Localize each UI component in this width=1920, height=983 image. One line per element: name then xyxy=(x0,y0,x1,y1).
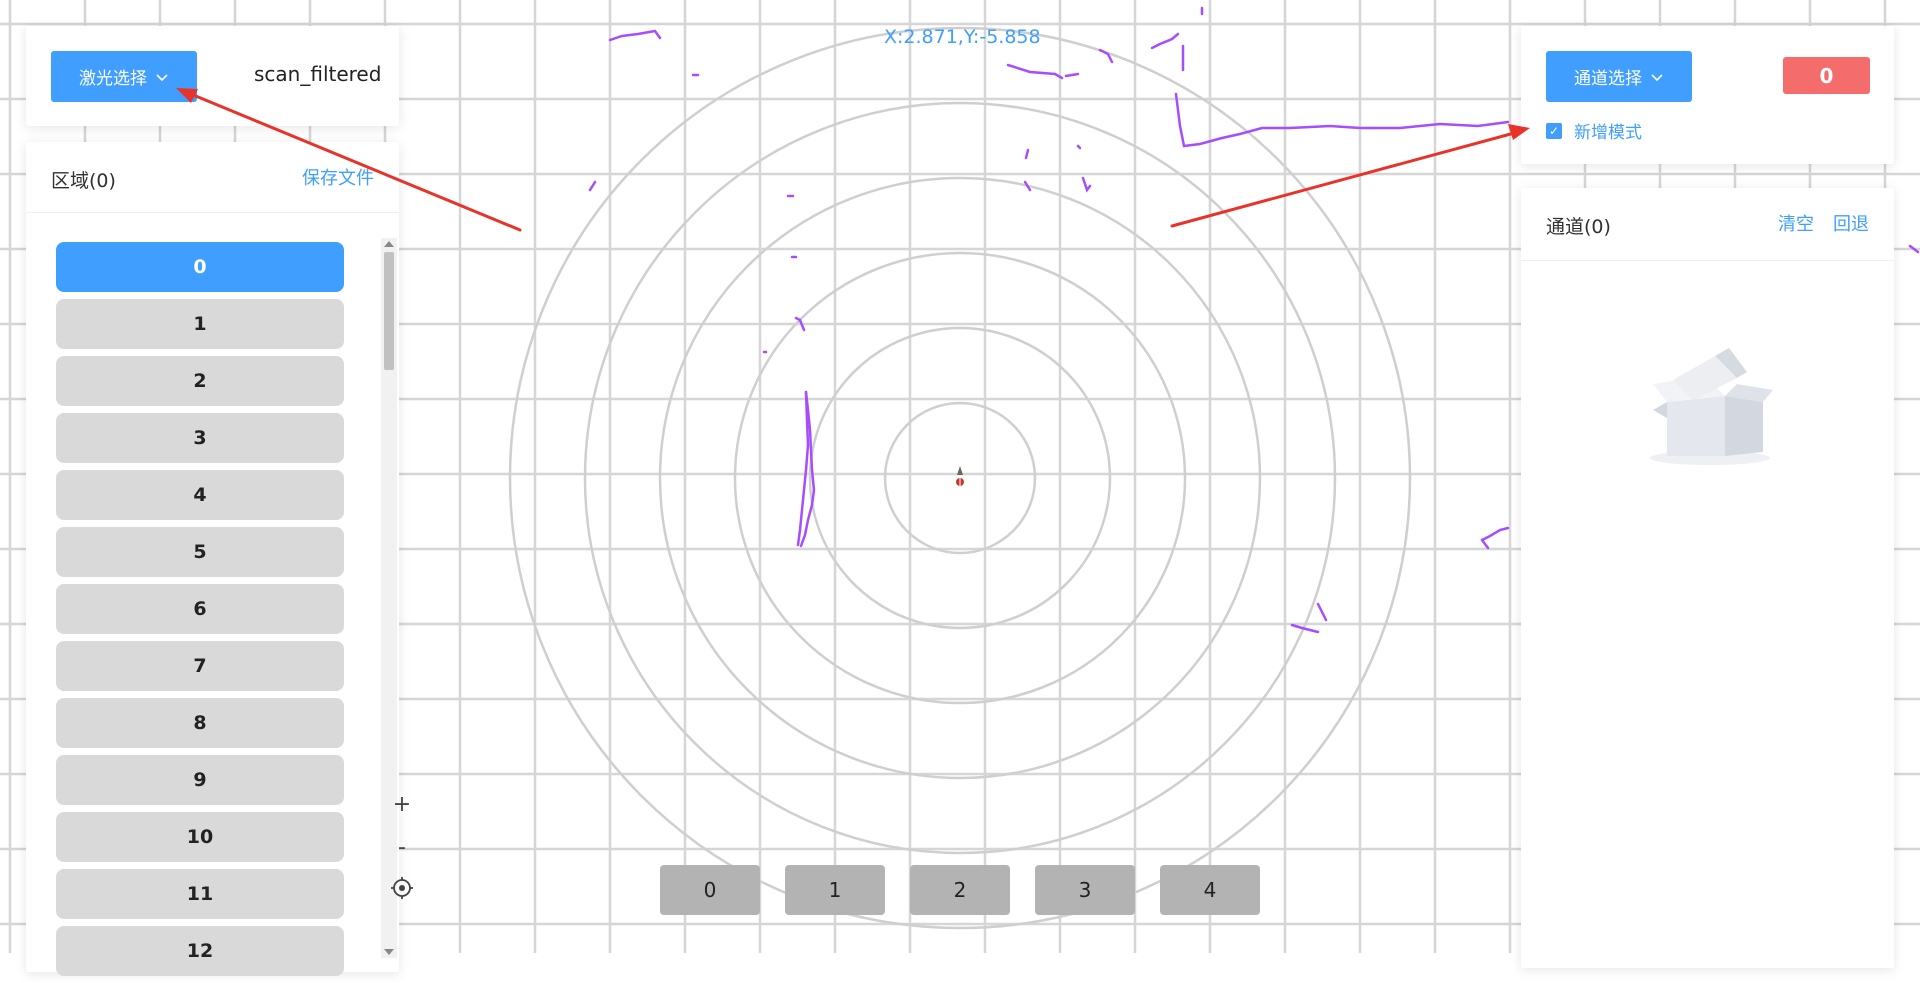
laser-topic-text: scan_filtered xyxy=(254,62,382,86)
scroll-down-arrow-icon[interactable] xyxy=(384,949,394,955)
channel-panel: 通道选择 0 ✓ 新增模式 xyxy=(1521,26,1894,164)
chevron-down-icon xyxy=(156,73,168,81)
area-item[interactable]: 9 xyxy=(56,755,344,805)
area-item[interactable]: 6 xyxy=(56,584,344,634)
channel-button[interactable]: 2 xyxy=(910,865,1010,915)
scan-segment xyxy=(1098,48,1114,64)
empty-box-icon xyxy=(1650,348,1773,465)
area-item[interactable]: 3 xyxy=(56,413,344,463)
area-item[interactable]: 10 xyxy=(56,812,344,862)
checkbox-checked-icon[interactable]: ✓ xyxy=(1546,122,1562,139)
zoom-in-button[interactable]: + xyxy=(388,790,416,818)
area-item[interactable]: 7 xyxy=(56,641,344,691)
add-mode-checkbox[interactable]: ✓ 新增模式 xyxy=(1546,118,1642,143)
channel-button[interactable]: 0 xyxy=(660,865,760,915)
scan-segment xyxy=(1024,148,1030,160)
area-item[interactable]: 1 xyxy=(56,299,344,349)
clear-link[interactable]: 清空 xyxy=(1778,210,1814,236)
scan-segment xyxy=(1150,32,1180,50)
scan-segment xyxy=(1480,526,1510,542)
area-item[interactable]: 12 xyxy=(56,926,344,976)
scrollbar-thumb[interactable] xyxy=(384,252,394,370)
divider xyxy=(1521,260,1894,261)
channels-title: 通道(0) xyxy=(1546,216,1611,238)
locate-button[interactable] xyxy=(388,874,416,902)
robot-marker xyxy=(956,466,964,486)
scan-segment xyxy=(588,180,597,192)
scan-segment xyxy=(1006,63,1064,80)
channels-panel: 通道(0) 清空 回退 xyxy=(1521,188,1894,968)
channel-button[interactable]: 4 xyxy=(1160,865,1260,915)
scroll-up-arrow-icon[interactable] xyxy=(384,241,394,247)
channel-count-badge: 0 xyxy=(1783,57,1870,94)
scan-segment xyxy=(1081,176,1092,193)
add-mode-label: 新增模式 xyxy=(1574,123,1642,143)
area-item[interactable]: 2 xyxy=(56,356,344,406)
scan-segment xyxy=(1316,602,1328,622)
divider xyxy=(26,212,399,213)
chevron-down-icon xyxy=(1651,73,1663,81)
area-title: 区域(0) xyxy=(51,170,116,192)
locate-icon xyxy=(391,877,413,899)
scan-segment xyxy=(1064,72,1080,78)
laser-select-dropdown[interactable]: 激光选择 xyxy=(51,51,197,102)
scan-segment xyxy=(1076,144,1082,150)
zoom-out-button[interactable]: - xyxy=(388,833,416,861)
scan-segment xyxy=(1174,92,1510,148)
coordinate-readout: X:2.871,Y:-5.858 xyxy=(884,26,1041,48)
channel-button[interactable]: 3 xyxy=(1035,865,1135,915)
laser-select-label: 激光选择 xyxy=(79,69,147,89)
area-panel: 区域(0) 保存文件 0 1 2 3 4 5 6 7 8 9 10 11 12 xyxy=(26,142,399,976)
channel-button[interactable]: 1 xyxy=(785,865,885,915)
area-item[interactable]: 8 xyxy=(56,698,344,748)
scan-segment xyxy=(608,29,662,42)
area-list: 0 1 2 3 4 5 6 7 8 9 10 11 12 xyxy=(56,242,346,983)
area-item[interactable]: 11 xyxy=(56,869,344,919)
undo-link[interactable]: 回退 xyxy=(1833,210,1869,236)
area-item[interactable]: 0 xyxy=(56,242,344,292)
save-file-link[interactable]: 保存文件 xyxy=(302,164,374,190)
area-item[interactable]: 5 xyxy=(56,527,344,577)
channel-select-label: 通道选择 xyxy=(1574,69,1642,89)
channel-select-dropdown[interactable]: 通道选择 xyxy=(1546,51,1692,102)
scan-segment xyxy=(1480,538,1490,550)
area-item[interactable]: 4 xyxy=(56,470,344,520)
laser-panel: 激光选择 scan_filtered xyxy=(26,26,399,126)
